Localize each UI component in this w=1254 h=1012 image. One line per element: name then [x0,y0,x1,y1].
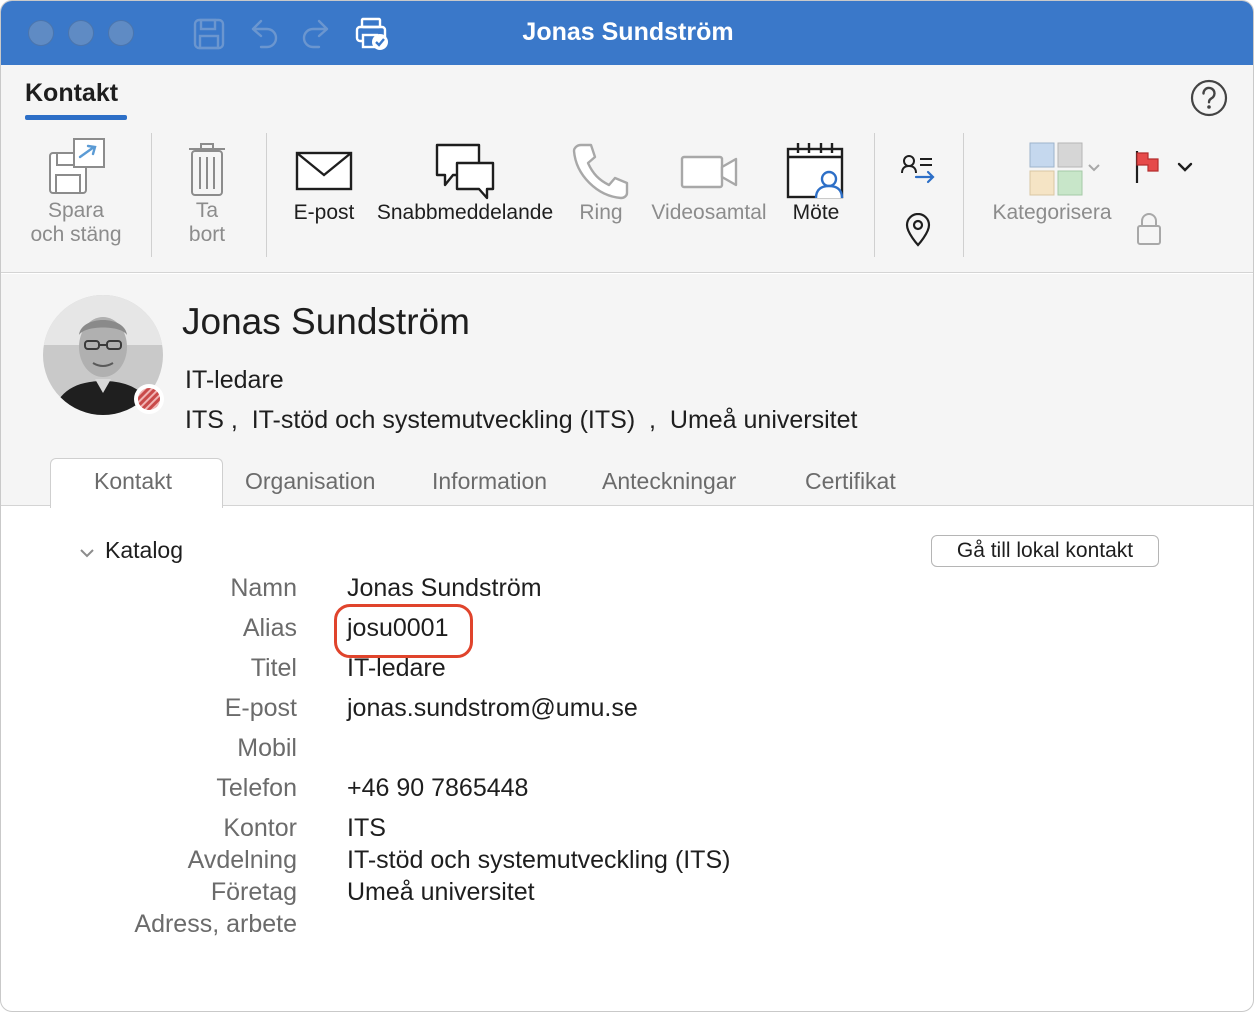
email-label: E-post [293,201,355,224]
save-and-close-button[interactable]: Spara och stäng [23,135,129,247]
contact-name: Jonas Sundström [182,301,470,342]
org-office: ITS [185,406,224,434]
field-value-department: IT-stöd och systemutveckling (ITS) [347,846,731,874]
tab-information[interactable]: Information [432,468,547,495]
field-value-title: IT-ledare [347,654,446,682]
go-to-local-contact-button[interactable]: Gå till lokal kontakt [931,535,1159,567]
field-value-company: Umeå universitet [347,878,535,906]
location-pin-icon[interactable] [904,213,932,247]
flag-icon[interactable] [1131,149,1199,185]
call-label: Ring [579,201,623,224]
window-title: Jonas Sundström [522,18,734,46]
tab-certificates[interactable]: Certifikat [805,468,896,495]
categories-icon [1029,142,1100,196]
field-label-name: Namn [230,574,297,602]
meeting-label: Möte [792,201,840,224]
call-button[interactable]: Ring [569,141,633,225]
directory-section-toggle[interactable]: Katalog [79,537,183,564]
chevron-down-icon [79,537,94,564]
ribbon-separator [963,133,964,257]
instant-message-label: Snabbmeddelande [376,201,554,224]
categorize-button[interactable]: Kategorisera [985,141,1119,225]
delete-label-2: bort [188,223,226,246]
trash-icon [189,143,225,196]
save-close-label-2: och stäng [30,223,122,246]
email-button[interactable]: E-post [287,143,361,225]
contact-window: Jonas Sundström Kontakt Spara och stäng [0,0,1254,1012]
field-value-email[interactable]: jonas.sundstrom@umu.se [347,694,638,723]
field-label-title: Titel [250,654,297,682]
field-label-office: Kontor [223,814,297,842]
ribbon-separator [151,133,152,257]
help-icon[interactable] [1190,79,1228,117]
field-label-company: Företag [210,878,297,906]
contact-organization: ITS , IT-stöd och systemutveckling (ITS)… [185,406,857,435]
delete-button[interactable]: Ta bort [171,141,243,247]
field-value-phone[interactable]: +46 90 7865448 [347,774,528,803]
zoom-window-button[interactable] [108,20,134,46]
org-separator: , [223,406,252,434]
chat-bubbles-icon [435,143,495,200]
calendar-person-icon [786,143,844,199]
field-label-mobile: Mobil [237,734,297,762]
instant-message-button[interactable]: Snabbmeddelande [369,141,561,225]
assign-person-icon[interactable] [900,153,936,185]
field-label-alias: Alias [242,614,297,642]
video-call-label: Videosamtal [651,201,767,224]
org-department: IT-stöd och systemutveckling (ITS) [251,406,636,434]
field-value-office: ITS [347,814,386,842]
field-label-department: Avdelning [187,846,297,874]
save-icon[interactable] [192,17,226,51]
field-label-email: E-post [224,694,297,722]
video-camera-icon [680,155,738,189]
tab-contact[interactable]: Kontakt [94,468,172,495]
org-separator: , [635,406,670,434]
delete-label-1: Ta [195,199,219,222]
envelope-icon [295,151,353,191]
field-label-work-address: Adress, arbete [134,910,297,938]
meeting-button[interactable]: Möte [783,141,849,225]
ribbon: Kontakt Spara och stäng Ta bort E-post S… [1,65,1253,273]
undo-icon[interactable] [247,17,281,51]
lock-icon[interactable] [1135,211,1163,247]
org-company: Umeå universitet [669,406,858,434]
minimize-window-button[interactable] [68,20,94,46]
ribbon-tab-indicator [25,115,127,120]
video-call-button[interactable]: Videosamtal [645,143,773,225]
contact-header: Jonas Sundström IT-ledare ITS , IT-stöd … [1,274,1253,508]
busy-status-icon [138,388,160,410]
contact-job-title: IT-ledare [185,366,284,394]
field-value-name: Jonas Sundström [347,574,542,602]
ribbon-separator [266,133,267,257]
save-close-icon [49,138,105,194]
directory-section-title: Katalog [105,537,184,563]
field-label-phone: Telefon [216,774,297,802]
tab-organization[interactable]: Organisation [245,468,375,495]
phone-icon [572,143,629,200]
categorize-label: Kategorisera [992,201,1112,224]
save-close-label-1: Spara [47,199,105,222]
alias-highlight-ring [334,604,473,658]
tab-notes[interactable]: Anteckningar [602,468,736,495]
ribbon-separator [874,133,875,257]
title-bar: Jonas Sundström [1,1,1253,65]
ribbon-tab-contact[interactable]: Kontakt [25,79,118,108]
contact-tabs: Kontakt Organisation Information Anteckn… [1,458,1253,508]
redo-icon[interactable] [299,17,333,51]
close-window-button[interactable] [28,20,54,46]
print-icon[interactable] [355,17,389,51]
presence-status [134,384,164,414]
